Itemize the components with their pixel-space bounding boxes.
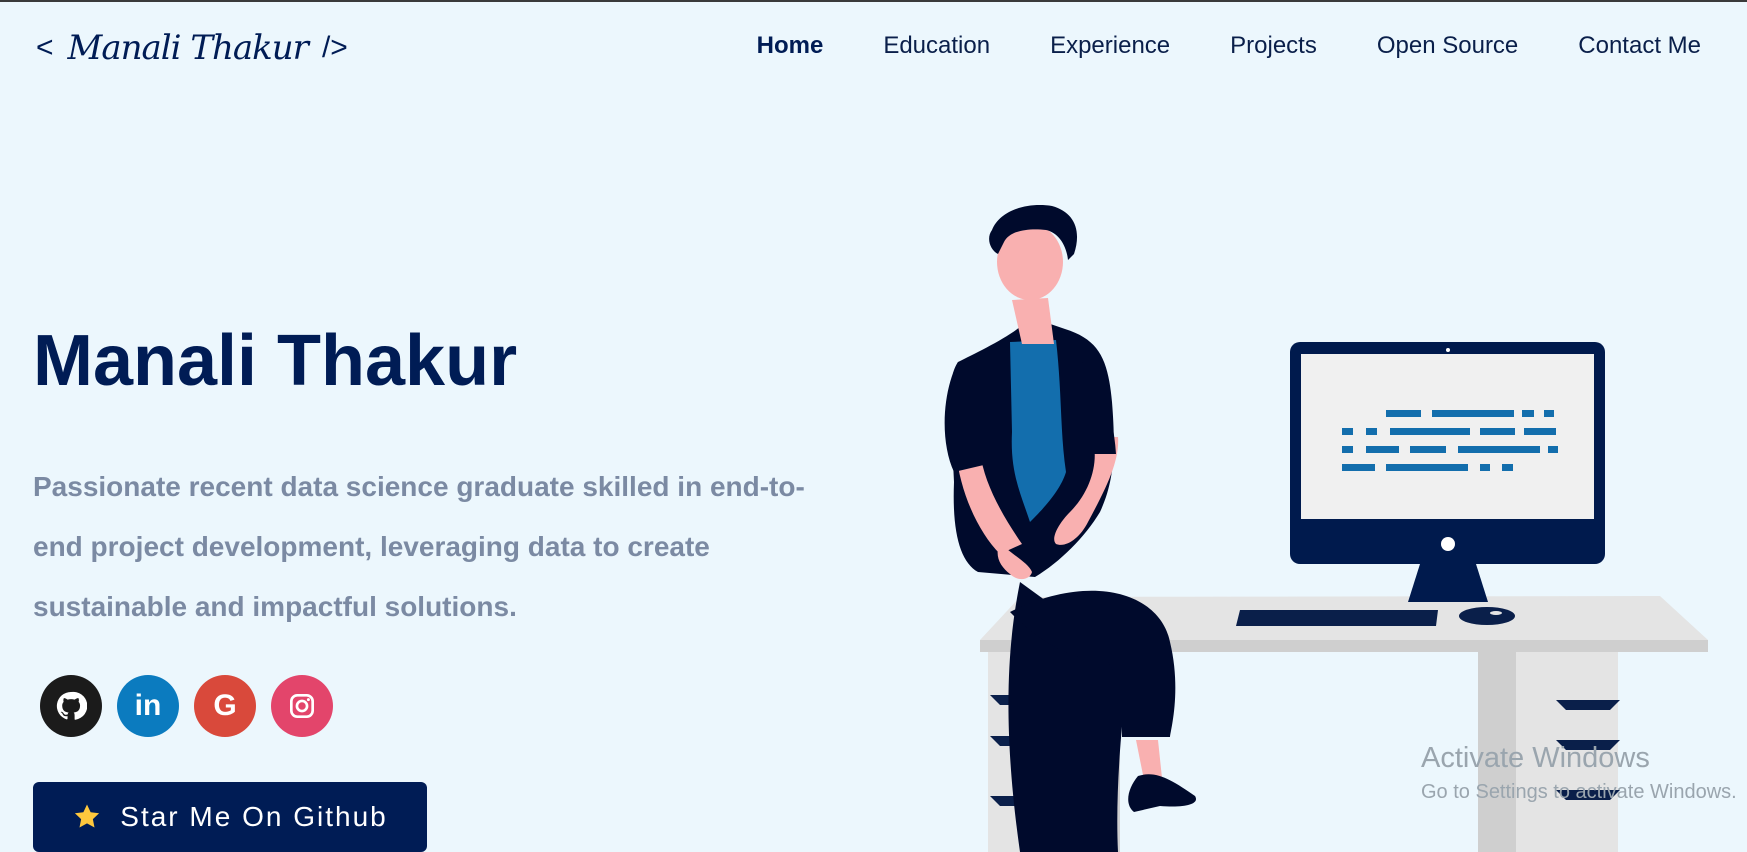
- person-shoe: [1128, 774, 1197, 812]
- mouse: [1459, 607, 1515, 625]
- watermark-message: Go to Settings to activate Windows.: [1421, 781, 1737, 803]
- google-link[interactable]: G: [194, 675, 256, 737]
- logo-close-bracket: />: [321, 31, 348, 64]
- logo-open-bracket: <: [36, 31, 54, 64]
- github-icon: [56, 691, 87, 720]
- main-nav: Home Education Experience Projects Open …: [757, 32, 1701, 60]
- star-on-github-label: Star Me On Github: [120, 801, 388, 832]
- activate-windows-watermark: Activate Windows Go to Settings to activ…: [1421, 742, 1737, 804]
- star-icon: [75, 804, 100, 828]
- keyboard: [1236, 610, 1438, 626]
- monitor-power-button: [1441, 537, 1455, 551]
- site-logo[interactable]: < Manali Thakur />: [36, 20, 348, 76]
- nav-contact-me[interactable]: Contact Me: [1578, 32, 1701, 60]
- nav-open-source[interactable]: Open Source: [1377, 32, 1518, 60]
- social-links: in G: [40, 675, 333, 737]
- instagram-link[interactable]: [271, 675, 333, 737]
- site-header: < Manali Thakur /> Home Education Experi…: [0, 2, 1747, 98]
- linkedin-link[interactable]: in: [117, 675, 179, 737]
- drawer-handle: [1556, 700, 1620, 710]
- nav-projects[interactable]: Projects: [1230, 32, 1317, 60]
- nav-home[interactable]: Home: [757, 32, 824, 60]
- google-icon: G: [213, 689, 237, 722]
- monitor-stand: [1408, 564, 1488, 602]
- person-ankle: [1136, 740, 1162, 780]
- monitor-screen: [1301, 354, 1594, 519]
- watermark-title: Activate Windows: [1421, 742, 1650, 774]
- instagram-icon: [290, 694, 314, 718]
- hero-subtitle: Passionate recent data science graduate …: [33, 471, 805, 622]
- linkedin-icon: in: [134, 689, 162, 722]
- nav-experience[interactable]: Experience: [1050, 32, 1170, 60]
- logo-signature: Manali Thakur: [67, 28, 309, 68]
- hero-name: Manali Thakur: [33, 321, 518, 401]
- github-link[interactable]: [40, 675, 102, 737]
- nav-education[interactable]: Education: [883, 32, 990, 60]
- star-on-github-button[interactable]: Star Me On Github: [33, 782, 427, 852]
